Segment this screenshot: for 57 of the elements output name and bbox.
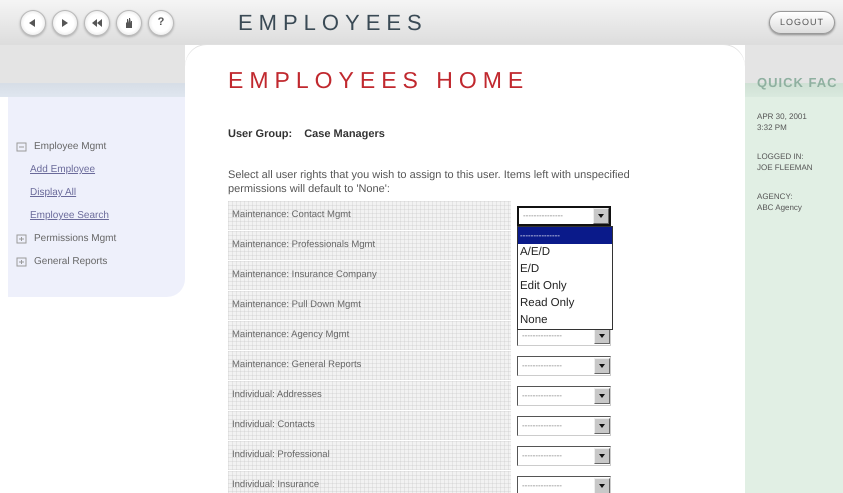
- fact-text: 3:32 PM: [757, 122, 788, 133]
- tree-label: Permissions Mgmt: [34, 232, 116, 246]
- logout-button[interactable]: LOGOUT: [768, 10, 835, 34]
- permission-label: Maintenance: General Reports: [228, 350, 511, 381]
- user-group-value: Case Managers: [304, 128, 385, 140]
- caret-icon: [598, 362, 606, 370]
- permission-label: Maintenance: Contact Mgmt: [228, 200, 511, 231]
- permission-dropdown[interactable]: ---------------: [517, 206, 611, 226]
- caret-icon: [598, 392, 606, 400]
- tree-item[interactable]: Permissions Mgmt: [12, 227, 185, 250]
- permission-label: Maintenance: Pull Down Mgmt: [228, 290, 511, 321]
- permission-dropdown[interactable]: ---------------: [517, 386, 611, 406]
- fact-text: LOGGED IN:: [757, 150, 805, 162]
- dropdown-option[interactable]: A/E/D: [518, 244, 612, 261]
- fact-text: APR 30, 2001: [757, 110, 808, 122]
- tree-link[interactable]: Add Employee: [12, 158, 185, 181]
- fact-text: ABC Agency: [757, 202, 803, 214]
- help-button[interactable]: ?: [148, 10, 174, 36]
- tree-label: Employee Mgmt: [34, 140, 106, 154]
- page-title: EMPLOYEES HOME: [228, 66, 530, 95]
- quick-facts-title: QUICK FAC: [757, 74, 838, 92]
- dropdown-option[interactable]: Read Only: [518, 294, 612, 312]
- permission-label: Individual: Insurance: [228, 470, 511, 493]
- user-group-label: User Group:: [228, 128, 292, 140]
- tree-label: General Reports: [34, 255, 108, 269]
- permission-label: Maintenance: Agency Mgmt: [228, 320, 511, 351]
- forward-button[interactable]: [52, 10, 78, 36]
- caret-icon: [597, 212, 605, 220]
- permission-dropdown[interactable]: ---------------: [517, 416, 611, 436]
- tree-item[interactable]: Employee Mgmt: [12, 135, 185, 158]
- permission-dropdown[interactable]: ---------------: [517, 476, 611, 493]
- dropdown-option[interactable]: E/D: [518, 260, 612, 278]
- permission-label: Individual: Contacts: [228, 410, 511, 441]
- rewind-icon: [91, 16, 103, 28]
- fact-text: AGENCY:: [757, 191, 794, 202]
- tree-link[interactable]: Employee Search: [12, 204, 185, 227]
- tree-item[interactable]: General Reports: [12, 250, 185, 273]
- caret-icon: [598, 482, 606, 490]
- permission-dropdown[interactable]: ---------------: [517, 356, 611, 376]
- fact-text: JOE FLEEMAN: [757, 162, 814, 174]
- dropdown-option[interactable]: ---------------: [518, 226, 612, 244]
- rewind-button[interactable]: [84, 10, 110, 36]
- caret-icon: [598, 332, 606, 340]
- permission-dropdown[interactable]: ---------------: [517, 446, 611, 466]
- tree-link[interactable]: Display All: [12, 181, 185, 204]
- permission-label: Individual: Professional: [228, 440, 511, 471]
- caret-icon: [598, 422, 606, 430]
- permission-label: Maintenance: Insurance Company: [228, 260, 511, 291]
- permission-label: Individual: Addresses: [228, 380, 511, 411]
- dropdown-option[interactable]: Edit Only: [518, 278, 612, 295]
- hand-icon: [123, 16, 135, 28]
- caret-icon: [598, 452, 606, 460]
- back-button[interactable]: [20, 10, 46, 36]
- permission-label: Maintenance: Professionals Mgmt: [228, 230, 511, 261]
- instructions-text: Select all user rights that you wish to assign to this user. Items left with unspecified permissions will default to 'None':: [228, 168, 631, 197]
- app-title: EMPLOYEES: [238, 9, 428, 37]
- hand-button[interactable]: [116, 10, 142, 36]
